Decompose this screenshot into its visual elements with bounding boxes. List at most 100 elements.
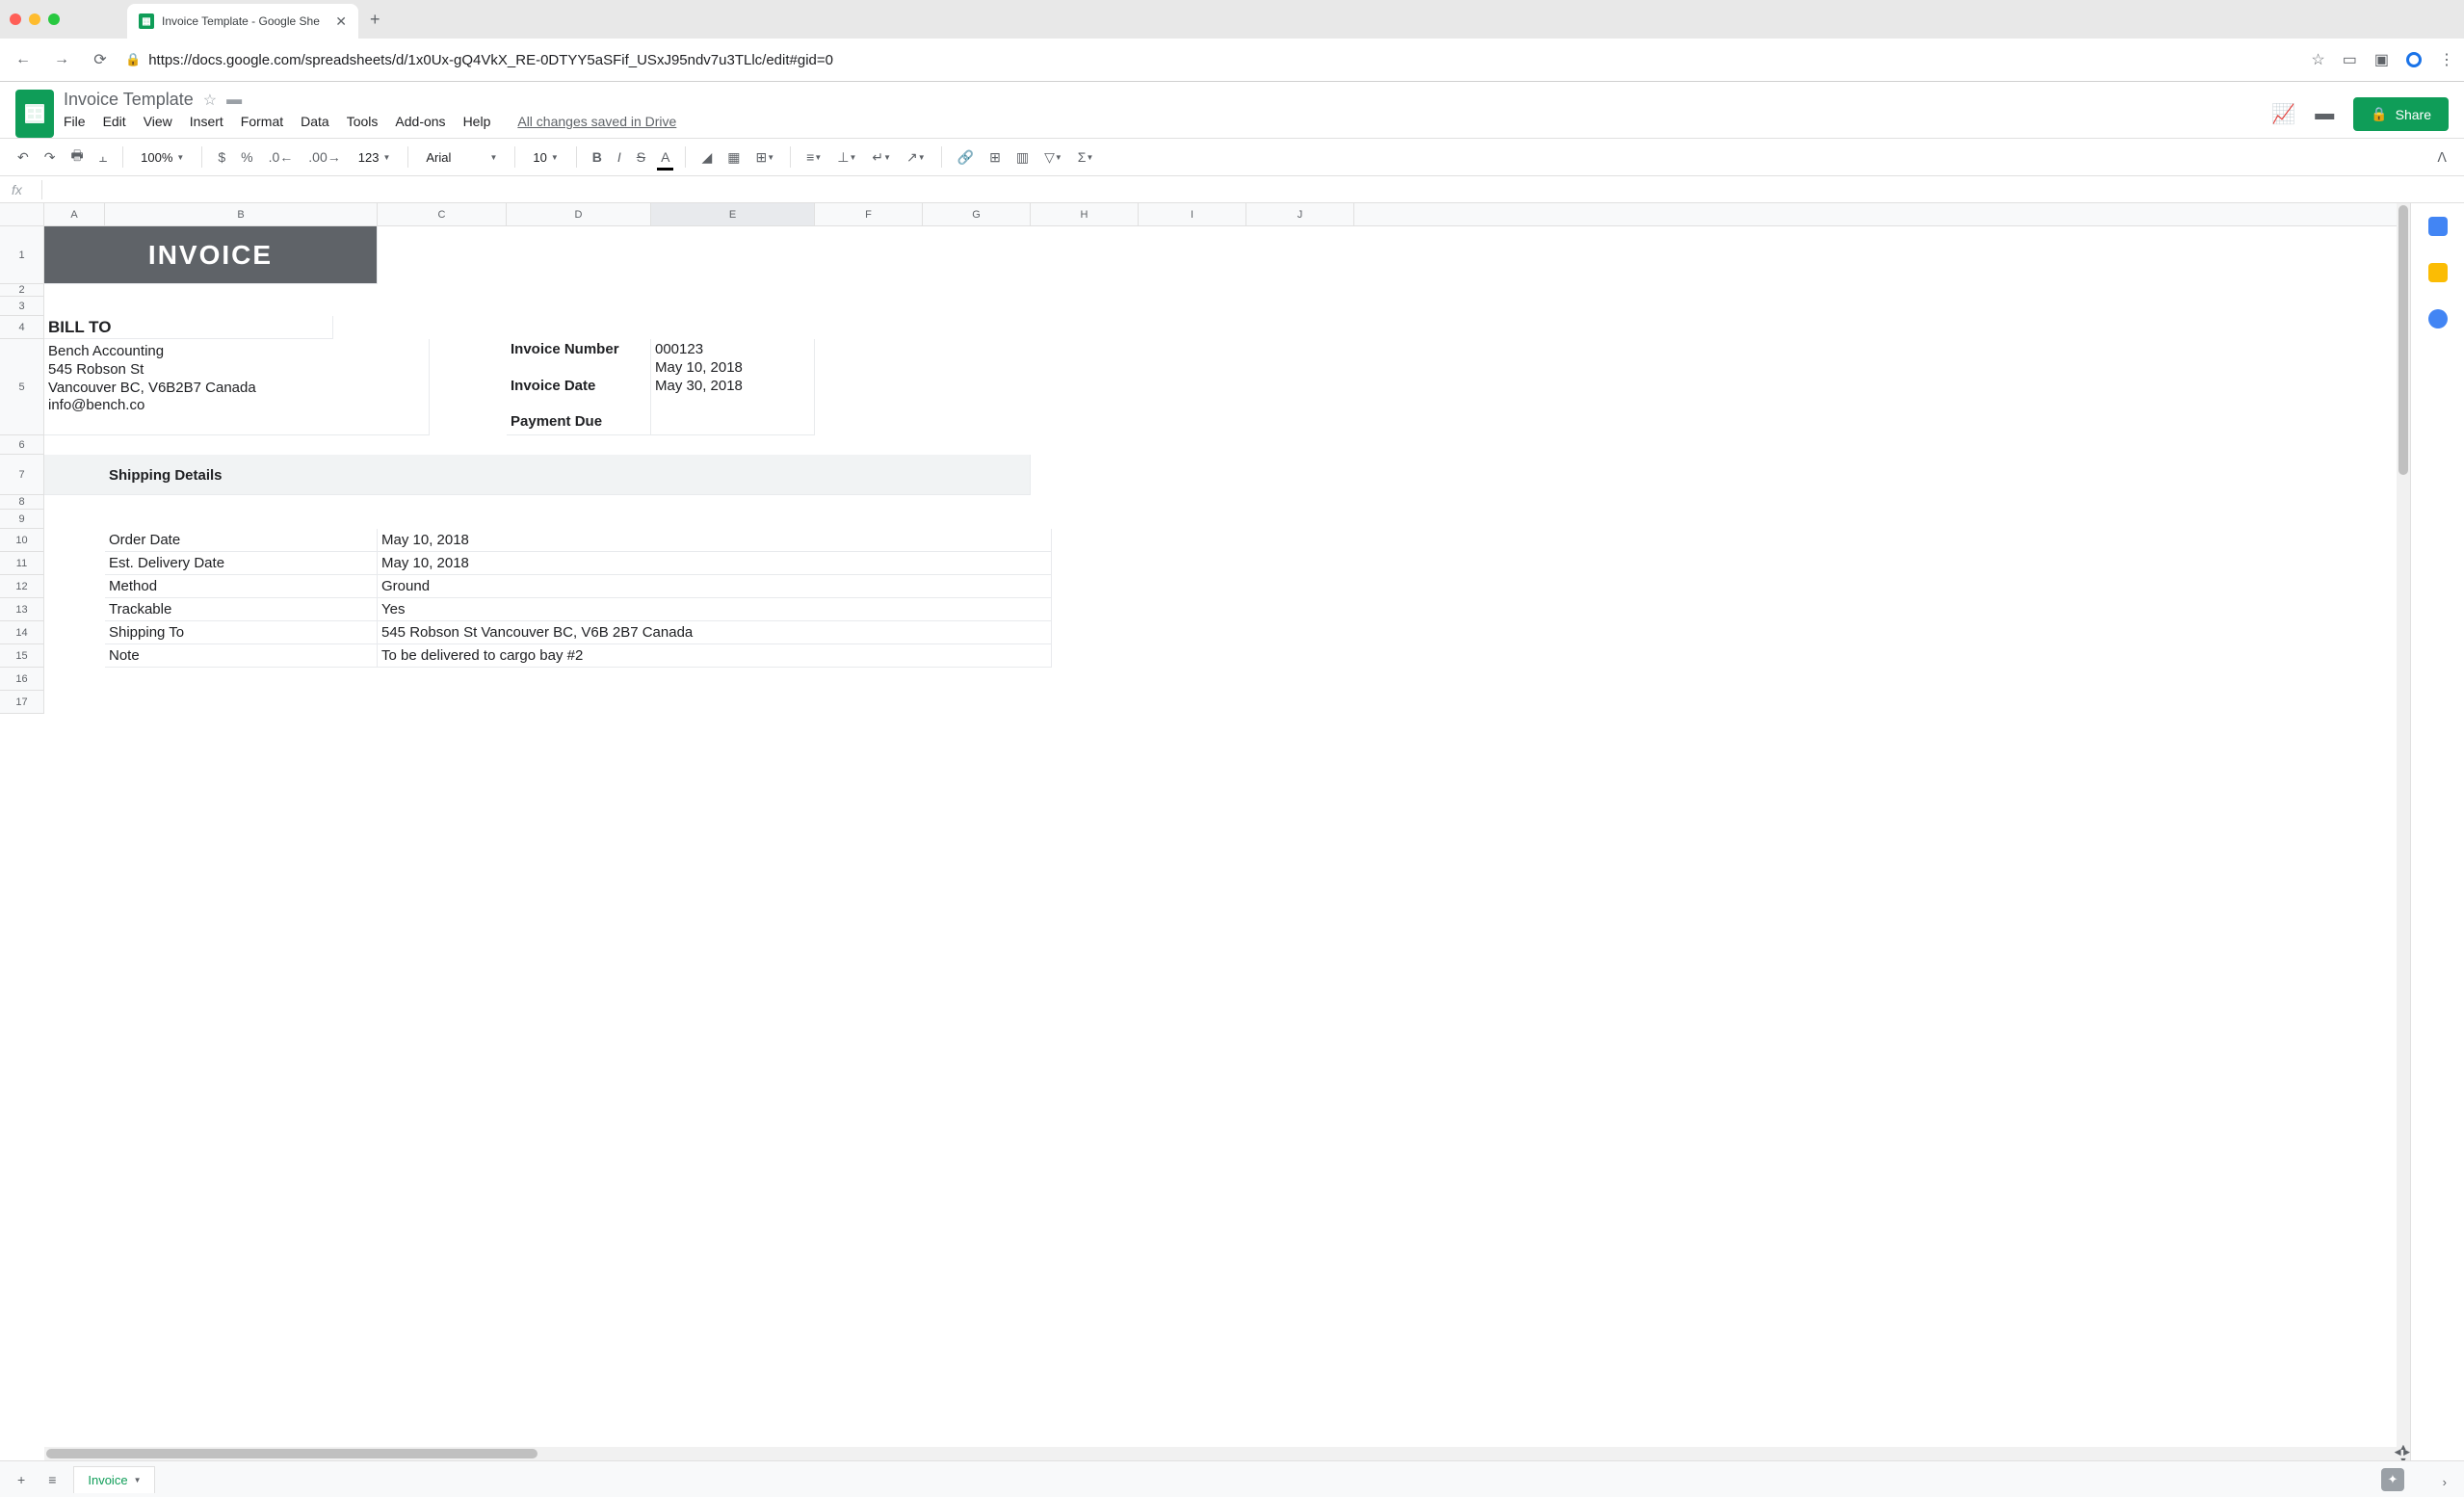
- currency-button[interactable]: $: [212, 145, 231, 169]
- cells-area[interactable]: INVOICE BILL TOBench Accounting545 Robson…: [44, 226, 2410, 714]
- row-header-7[interactable]: 7: [0, 455, 44, 495]
- calendar-addon-icon[interactable]: [2428, 217, 2448, 236]
- shipping-value-12[interactable]: Ground: [378, 575, 1052, 598]
- text-color-button[interactable]: A: [655, 145, 675, 169]
- horizontal-scroll-nav[interactable]: ◀ ▶: [2395, 1447, 2410, 1460]
- close-window-button[interactable]: [10, 13, 21, 25]
- sheet-tab-invoice[interactable]: Invoice ▼: [73, 1466, 155, 1493]
- functions-button[interactable]: Σ▼: [1072, 145, 1100, 169]
- redo-button[interactable]: ↷: [39, 145, 62, 170]
- filter-button[interactable]: ▽▼: [1038, 145, 1068, 170]
- shipping-value-15[interactable]: To be delivered to cargo bay #2: [378, 644, 1052, 668]
- shipping-value-11[interactable]: May 10, 2018: [378, 552, 1052, 575]
- bill-to-label-cell[interactable]: BILL TO: [44, 316, 333, 339]
- vertical-scroll-thumb[interactable]: [2398, 205, 2408, 475]
- row-header-13[interactable]: 13: [0, 598, 44, 621]
- shipping-label-13[interactable]: Trackable: [105, 598, 378, 621]
- column-header-g[interactable]: G: [923, 203, 1031, 225]
- insert-chart-button[interactable]: ▥: [1010, 145, 1035, 170]
- row-header-1[interactable]: 1: [0, 226, 44, 284]
- column-header-d[interactable]: D: [507, 203, 651, 225]
- menu-insert[interactable]: Insert: [190, 114, 223, 129]
- back-button[interactable]: ←: [10, 51, 37, 68]
- shipping-label-12[interactable]: Method: [105, 575, 378, 598]
- menu-file[interactable]: File: [64, 114, 86, 129]
- comments-icon[interactable]: ▬: [2315, 103, 2334, 125]
- star-document-icon[interactable]: ☆: [203, 91, 217, 110]
- collapse-toolbar-button[interactable]: ᐱ: [2431, 145, 2452, 170]
- add-sheet-button[interactable]: +: [12, 1468, 31, 1491]
- close-tab-icon[interactable]: ✕: [335, 13, 347, 30]
- tasks-addon-icon[interactable]: [2428, 309, 2448, 328]
- vertical-scrollbar[interactable]: ▲ ▼: [2397, 203, 2410, 1469]
- browser-tab[interactable]: ▦ Invoice Template - Google She ✕: [127, 4, 358, 39]
- explore-button[interactable]: ✦: [2381, 1468, 2404, 1491]
- star-icon[interactable]: ☆: [2311, 50, 2324, 69]
- column-header-f[interactable]: F: [815, 203, 923, 225]
- keep-addon-icon[interactable]: [2428, 263, 2448, 282]
- decrease-decimal-button[interactable]: .0←: [263, 145, 300, 169]
- bold-button[interactable]: B: [587, 145, 608, 169]
- menu-data[interactable]: Data: [301, 114, 329, 129]
- column-header-j[interactable]: J: [1246, 203, 1354, 225]
- select-all-corner[interactable]: [0, 203, 44, 225]
- bill-to-address-cell[interactable]: Bench Accounting545 Robson StVancouver B…: [44, 339, 430, 435]
- maximize-window-button[interactable]: [48, 13, 60, 25]
- sheet-tab-menu-icon[interactable]: ▼: [134, 1476, 142, 1484]
- shipping-value-10[interactable]: May 10, 2018: [378, 529, 1052, 552]
- merge-cells-button[interactable]: ⊞▼: [749, 145, 780, 170]
- percent-button[interactable]: %: [235, 145, 258, 169]
- row-header-5[interactable]: 5: [0, 339, 44, 435]
- menu-format[interactable]: Format: [241, 114, 283, 129]
- insert-comment-button[interactable]: ⊞: [983, 145, 1007, 170]
- row-header-12[interactable]: 12: [0, 575, 44, 598]
- text-wrap-button[interactable]: ↵▼: [866, 145, 897, 170]
- column-header-e[interactable]: E: [651, 203, 815, 225]
- url-input[interactable]: 🔒 https://docs.google.com/spreadsheets/d…: [125, 52, 2299, 68]
- vertical-align-button[interactable]: ⊥▼: [831, 145, 862, 170]
- menu-tools[interactable]: Tools: [347, 114, 379, 129]
- undo-button[interactable]: ↶: [12, 145, 35, 170]
- reload-button[interactable]: ⟳: [87, 50, 114, 69]
- column-header-i[interactable]: I: [1139, 203, 1246, 225]
- borders-button[interactable]: ▦: [721, 145, 746, 170]
- row-header-14[interactable]: 14: [0, 621, 44, 644]
- invoice-meta-values-cell[interactable]: 000123May 10, 2018May 30, 2018: [651, 339, 815, 435]
- row-header-10[interactable]: 10: [0, 529, 44, 552]
- invoice-meta-labels-cell[interactable]: Invoice NumberInvoice DatePayment Due: [507, 339, 651, 435]
- row-header-11[interactable]: 11: [0, 552, 44, 575]
- row-header-4[interactable]: 4: [0, 316, 44, 339]
- text-rotation-button[interactable]: ↗▼: [901, 145, 931, 170]
- paint-format-button[interactable]: ⫠: [93, 145, 113, 170]
- share-button[interactable]: 🔒 Share: [2353, 97, 2449, 131]
- row-header-3[interactable]: 3: [0, 297, 44, 316]
- invoice-header-cell[interactable]: INVOICE: [44, 226, 378, 284]
- move-folder-icon[interactable]: ▬: [226, 92, 242, 109]
- font-select[interactable]: Arial▼: [418, 150, 505, 165]
- row-header-15[interactable]: 15: [0, 644, 44, 668]
- row-header-8[interactable]: 8: [0, 495, 44, 510]
- horizontal-align-button[interactable]: ≡▼: [800, 145, 827, 169]
- kebab-menu-icon[interactable]: ⋮: [2439, 50, 2454, 69]
- chat-extension-icon[interactable]: ▭: [2343, 50, 2357, 69]
- shipping-label-15[interactable]: Note: [105, 644, 378, 668]
- document-title[interactable]: Invoice Template: [64, 90, 194, 110]
- shipping-header-cell[interactable]: Shipping Details: [105, 455, 378, 495]
- formula-input[interactable]: [50, 182, 2452, 197]
- all-sheets-button[interactable]: ≡: [42, 1468, 62, 1491]
- strikethrough-button[interactable]: S: [631, 145, 651, 169]
- row-header-2[interactable]: 2: [0, 284, 44, 297]
- menu-view[interactable]: View: [144, 114, 172, 129]
- row-header-16[interactable]: 16: [0, 668, 44, 691]
- menu-help[interactable]: Help: [463, 114, 491, 129]
- font-size-select[interactable]: 10▼: [525, 150, 565, 165]
- italic-button[interactable]: I: [612, 145, 627, 169]
- minimize-window-button[interactable]: [29, 13, 40, 25]
- sidebar-chevron-icon[interactable]: ›: [2443, 1475, 2447, 1489]
- menu-edit[interactable]: Edit: [103, 114, 126, 129]
- row-header-9[interactable]: 9: [0, 510, 44, 529]
- increase-decimal-button[interactable]: .00→: [302, 145, 346, 169]
- shipping-label-14[interactable]: Shipping To: [105, 621, 378, 644]
- shipping-label-10[interactable]: Order Date: [105, 529, 378, 552]
- sheets-logo-icon[interactable]: [15, 90, 54, 138]
